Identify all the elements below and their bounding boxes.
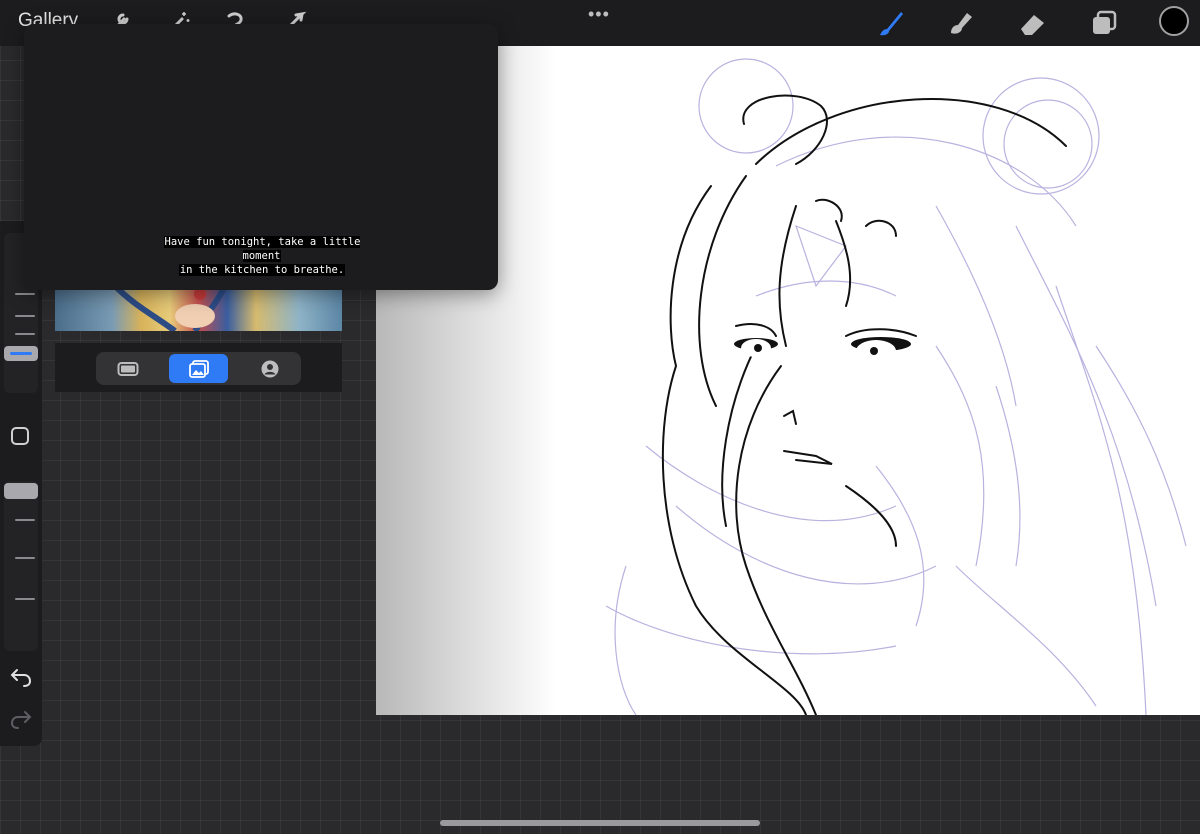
left-sidebar — [0, 221, 42, 746]
color-picker-swatch[interactable] — [1159, 6, 1189, 36]
drawing-canvas[interactable] — [376, 46, 1200, 715]
subtitle-line-2: in the kitchen to breathe. — [178, 264, 346, 276]
slider-tick — [15, 519, 35, 521]
face-icon — [261, 360, 278, 377]
reference-tabs — [55, 343, 342, 392]
undo-icon[interactable] — [9, 667, 33, 687]
face-tab[interactable] — [242, 354, 297, 383]
redo-icon[interactable] — [9, 709, 33, 729]
reference-artwork — [112, 286, 228, 331]
reference-segmented-control — [96, 352, 301, 385]
smudge-icon[interactable] — [945, 7, 977, 39]
modify-button[interactable] — [11, 427, 29, 445]
slider-tick — [15, 333, 35, 335]
opacity-slider[interactable] — [4, 481, 38, 651]
video-popup[interactable]: Have fun tonight, take a little moment i… — [24, 24, 498, 290]
brush-icon[interactable] — [874, 7, 906, 39]
image-gallery-icon — [188, 359, 209, 378]
sketch-artwork — [605, 58, 1187, 715]
subtitle-caption: Have fun tonight, take a little moment i… — [151, 235, 373, 277]
slider-tick — [15, 598, 35, 600]
slider-tick — [15, 557, 35, 559]
slider-tick — [15, 293, 35, 295]
brush-size-indicator — [10, 352, 32, 355]
subtitle-line-1: Have fun tonight, take a little moment — [163, 236, 361, 262]
reference-image — [55, 286, 342, 331]
canvas-tab[interactable] — [100, 354, 155, 383]
opacity-handle[interactable] — [4, 483, 38, 499]
image-tab[interactable] — [169, 354, 228, 383]
brush-size-handle[interactable] — [4, 346, 38, 361]
eraser-icon[interactable] — [1016, 7, 1048, 39]
layers-icon[interactable] — [1088, 7, 1120, 39]
canvas-icon — [117, 361, 138, 376]
home-indicator[interactable] — [440, 820, 760, 826]
slider-tick — [15, 315, 35, 317]
more-options-icon[interactable]: ••• — [588, 4, 610, 25]
